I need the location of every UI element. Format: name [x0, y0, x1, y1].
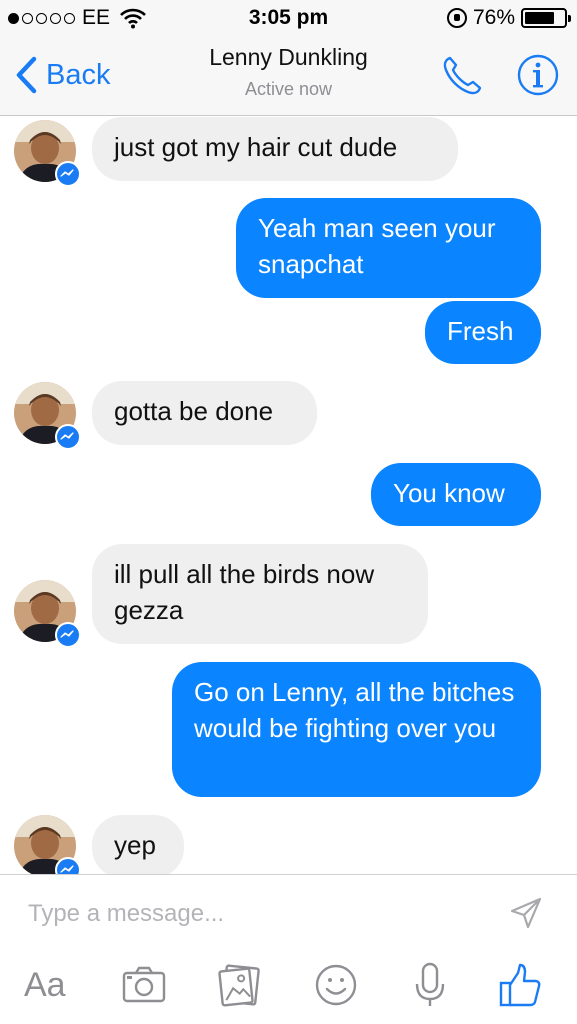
text-tool-button[interactable]: Aa: [24, 961, 66, 1009]
send-icon[interactable]: [508, 895, 544, 931]
like-icon[interactable]: [496, 961, 544, 1009]
message-text: gotta be done: [114, 396, 274, 426]
battery-percent: 76%: [472, 6, 515, 29]
messenger-badge-icon: [55, 424, 81, 450]
photo-icon[interactable]: [216, 961, 264, 1009]
outgoing-message[interactable]: Go on Lenny, all the bitches would be fi…: [172, 662, 541, 797]
outgoing-message[interactable]: Fresh: [425, 301, 541, 364]
phone-icon[interactable]: [440, 54, 484, 98]
messenger-badge-icon: [55, 622, 81, 648]
status-bar: EE 3:05 pm 76%: [0, 0, 577, 36]
emoji-icon[interactable]: [312, 961, 360, 1009]
message-composer: Aa: [0, 874, 577, 1024]
camera-icon[interactable]: [120, 961, 168, 1009]
battery-level: [525, 12, 554, 24]
message-text: Yeah man seen your snapchat: [258, 213, 496, 279]
message-text: Go on Lenny, all the bitches would be fi…: [194, 677, 515, 743]
contact-info[interactable]: Lenny Dunkling Active now: [0, 44, 577, 100]
outgoing-message[interactable]: You know: [371, 463, 541, 526]
info-icon[interactable]: [517, 54, 559, 96]
composer-toolbar: Aa: [0, 961, 577, 1011]
incoming-message[interactable]: yep: [92, 815, 184, 874]
message-text: just got my hair cut dude: [114, 132, 398, 162]
messenger-badge-icon: [55, 857, 81, 874]
message-text: yep: [114, 830, 156, 860]
incoming-message[interactable]: just got my hair cut dude: [92, 117, 458, 181]
conversation-header: Back Lenny Dunkling Active now: [0, 36, 577, 116]
active-status: Active now: [244, 79, 333, 99]
rotation-lock-icon: [446, 8, 467, 28]
battery-icon: [521, 8, 571, 28]
message-thread[interactable]: just got my hair cut dude Yeah man seen …: [0, 117, 577, 874]
contact-name: Lenny Dunkling: [209, 44, 368, 70]
outgoing-message[interactable]: Yeah man seen your snapchat: [236, 198, 541, 298]
incoming-message[interactable]: gotta be done: [92, 381, 317, 445]
message-input[interactable]: [28, 897, 488, 931]
microphone-icon[interactable]: [408, 961, 452, 1009]
incoming-message[interactable]: ill pull all the birds now gezza: [92, 544, 428, 644]
message-text: ill pull all the birds now gezza: [114, 559, 375, 625]
messenger-badge-icon: [55, 161, 81, 187]
message-text: You know: [393, 478, 505, 508]
message-text: Fresh: [447, 316, 514, 346]
